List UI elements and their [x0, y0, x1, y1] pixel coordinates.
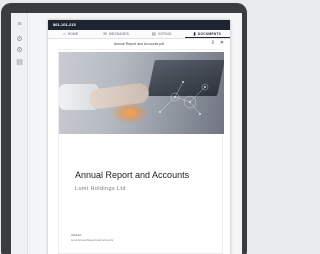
document-footer-text: Lumi Annual Report and Accounts	[71, 238, 114, 242]
cover-image	[59, 52, 224, 134]
left-rail: ≡ ⚙ ⚙ ▤	[11, 13, 28, 254]
tab-messages[interactable]: ✉ MESSAGES	[94, 30, 140, 38]
tab-bar: ⌂ HOME ✉ MESSAGES ▤ VOTING ▮ DOCUMENTS	[48, 30, 230, 39]
tab-documents[interactable]: ▮ DOCUMENTS	[184, 30, 230, 38]
tab-messages-label: MESSAGES	[108, 32, 130, 36]
document-filename: Annual Report and Accounts.pdf	[113, 41, 165, 46]
viewer-header: Annual Report and Accounts.pdf ⇩ ✕	[48, 39, 230, 48]
tab-home-label: HOME	[67, 32, 79, 36]
messages-icon: ✉	[103, 31, 107, 36]
tablet-frame: ≡ ⚙ ⚙ ▤ 861-101-215 ⌂ HOME ✉ MESSAGES ▤ …	[1, 3, 247, 254]
document-title: Annual Report and Accounts	[75, 170, 190, 180]
tab-documents-label: DOCUMENTS	[197, 31, 221, 36]
share-icon[interactable]: ⇩	[211, 40, 215, 46]
gear-icon[interactable]: ⚙	[16, 36, 23, 43]
app-panel: 861-101-215 ⌂ HOME ✉ MESSAGES ▤ VOTING ▮…	[48, 20, 230, 254]
network-graphic	[159, 81, 209, 115]
document-icon[interactable]: ▤	[16, 59, 23, 66]
home-icon: ⌂	[63, 31, 66, 36]
app-title: 861-101-215	[48, 20, 230, 30]
viewer-actions: ⇩ ✕	[211, 40, 224, 46]
documents-icon: ▮	[193, 30, 196, 36]
tab-home[interactable]: ⌂ HOME	[48, 30, 94, 38]
light-glow	[111, 102, 149, 124]
screen: ≡ ⚙ ⚙ ▤ 861-101-215 ⌂ HOME ✉ MESSAGES ▤ …	[11, 13, 242, 254]
document-footer-heading: Abstract	[71, 233, 82, 237]
settings-icon[interactable]: ⚙	[16, 47, 23, 54]
document-page: Annual Report and Accounts Lumi Holdings…	[58, 49, 224, 254]
tab-voting[interactable]: ▤ VOTING	[139, 30, 185, 38]
tab-voting-label: VOTING	[157, 32, 172, 36]
voting-icon: ▤	[151, 31, 156, 36]
close-icon[interactable]: ✕	[220, 40, 224, 46]
document-subtitle: Lumi Holdings Ltd	[75, 186, 126, 192]
menu-icon[interactable]: ≡	[16, 21, 23, 28]
